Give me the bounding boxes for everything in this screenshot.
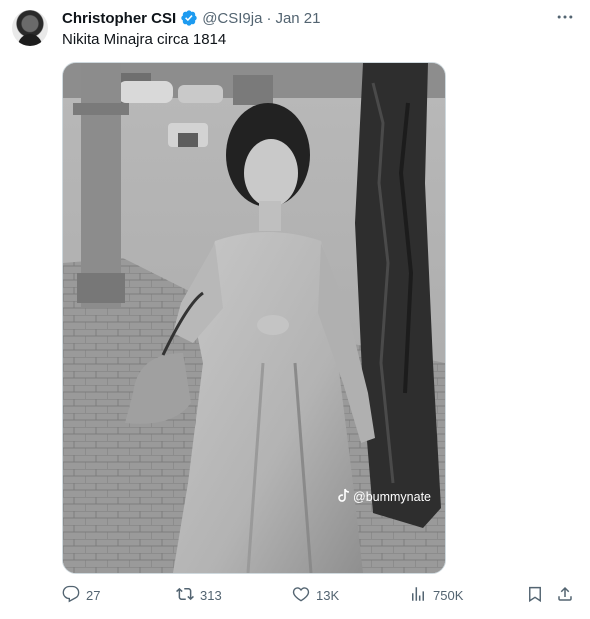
- views-count: 750K: [433, 587, 464, 603]
- share-button[interactable]: [556, 582, 574, 608]
- tweet-photo[interactable]: @bummynate: [62, 62, 446, 574]
- author-name[interactable]: Christopher CSI: [62, 10, 176, 27]
- action-bar: 27 313 13K 750K: [62, 582, 582, 608]
- like-button[interactable]: 13K: [292, 582, 339, 608]
- separator: ·: [266, 9, 272, 27]
- repost-count: 313: [200, 587, 222, 603]
- avatar[interactable]: [12, 10, 48, 46]
- views-icon: [409, 585, 427, 606]
- like-count: 13K: [316, 587, 340, 603]
- more-options-icon[interactable]: [554, 6, 576, 28]
- repost-button[interactable]: 313: [176, 582, 222, 608]
- tweet-date[interactable]: Jan 21: [275, 10, 320, 27]
- bookmark-icon: [526, 585, 544, 606]
- reply-button[interactable]: 27: [62, 582, 100, 608]
- photo-illustration: @bummynate: [63, 63, 445, 573]
- tweet-header: Christopher CSI @CSI9ja · Jan 21: [62, 8, 320, 28]
- like-icon: [292, 585, 310, 606]
- verified-badge-icon: [180, 9, 198, 27]
- views-button[interactable]: 750K: [409, 582, 463, 608]
- share-icon: [556, 585, 574, 606]
- author-handle[interactable]: @CSI9ja: [202, 10, 262, 27]
- reply-icon: [62, 585, 80, 606]
- tweet-text: Nikita Minajra circa 1814: [62, 31, 227, 48]
- watermark-text: @bummynate: [353, 490, 431, 504]
- bookmark-button[interactable]: [526, 582, 544, 608]
- repost-icon: [176, 585, 194, 606]
- reply-count: 27: [86, 587, 101, 603]
- tweet: Christopher CSI @CSI9ja · Jan 21 Nikita …: [0, 0, 590, 619]
